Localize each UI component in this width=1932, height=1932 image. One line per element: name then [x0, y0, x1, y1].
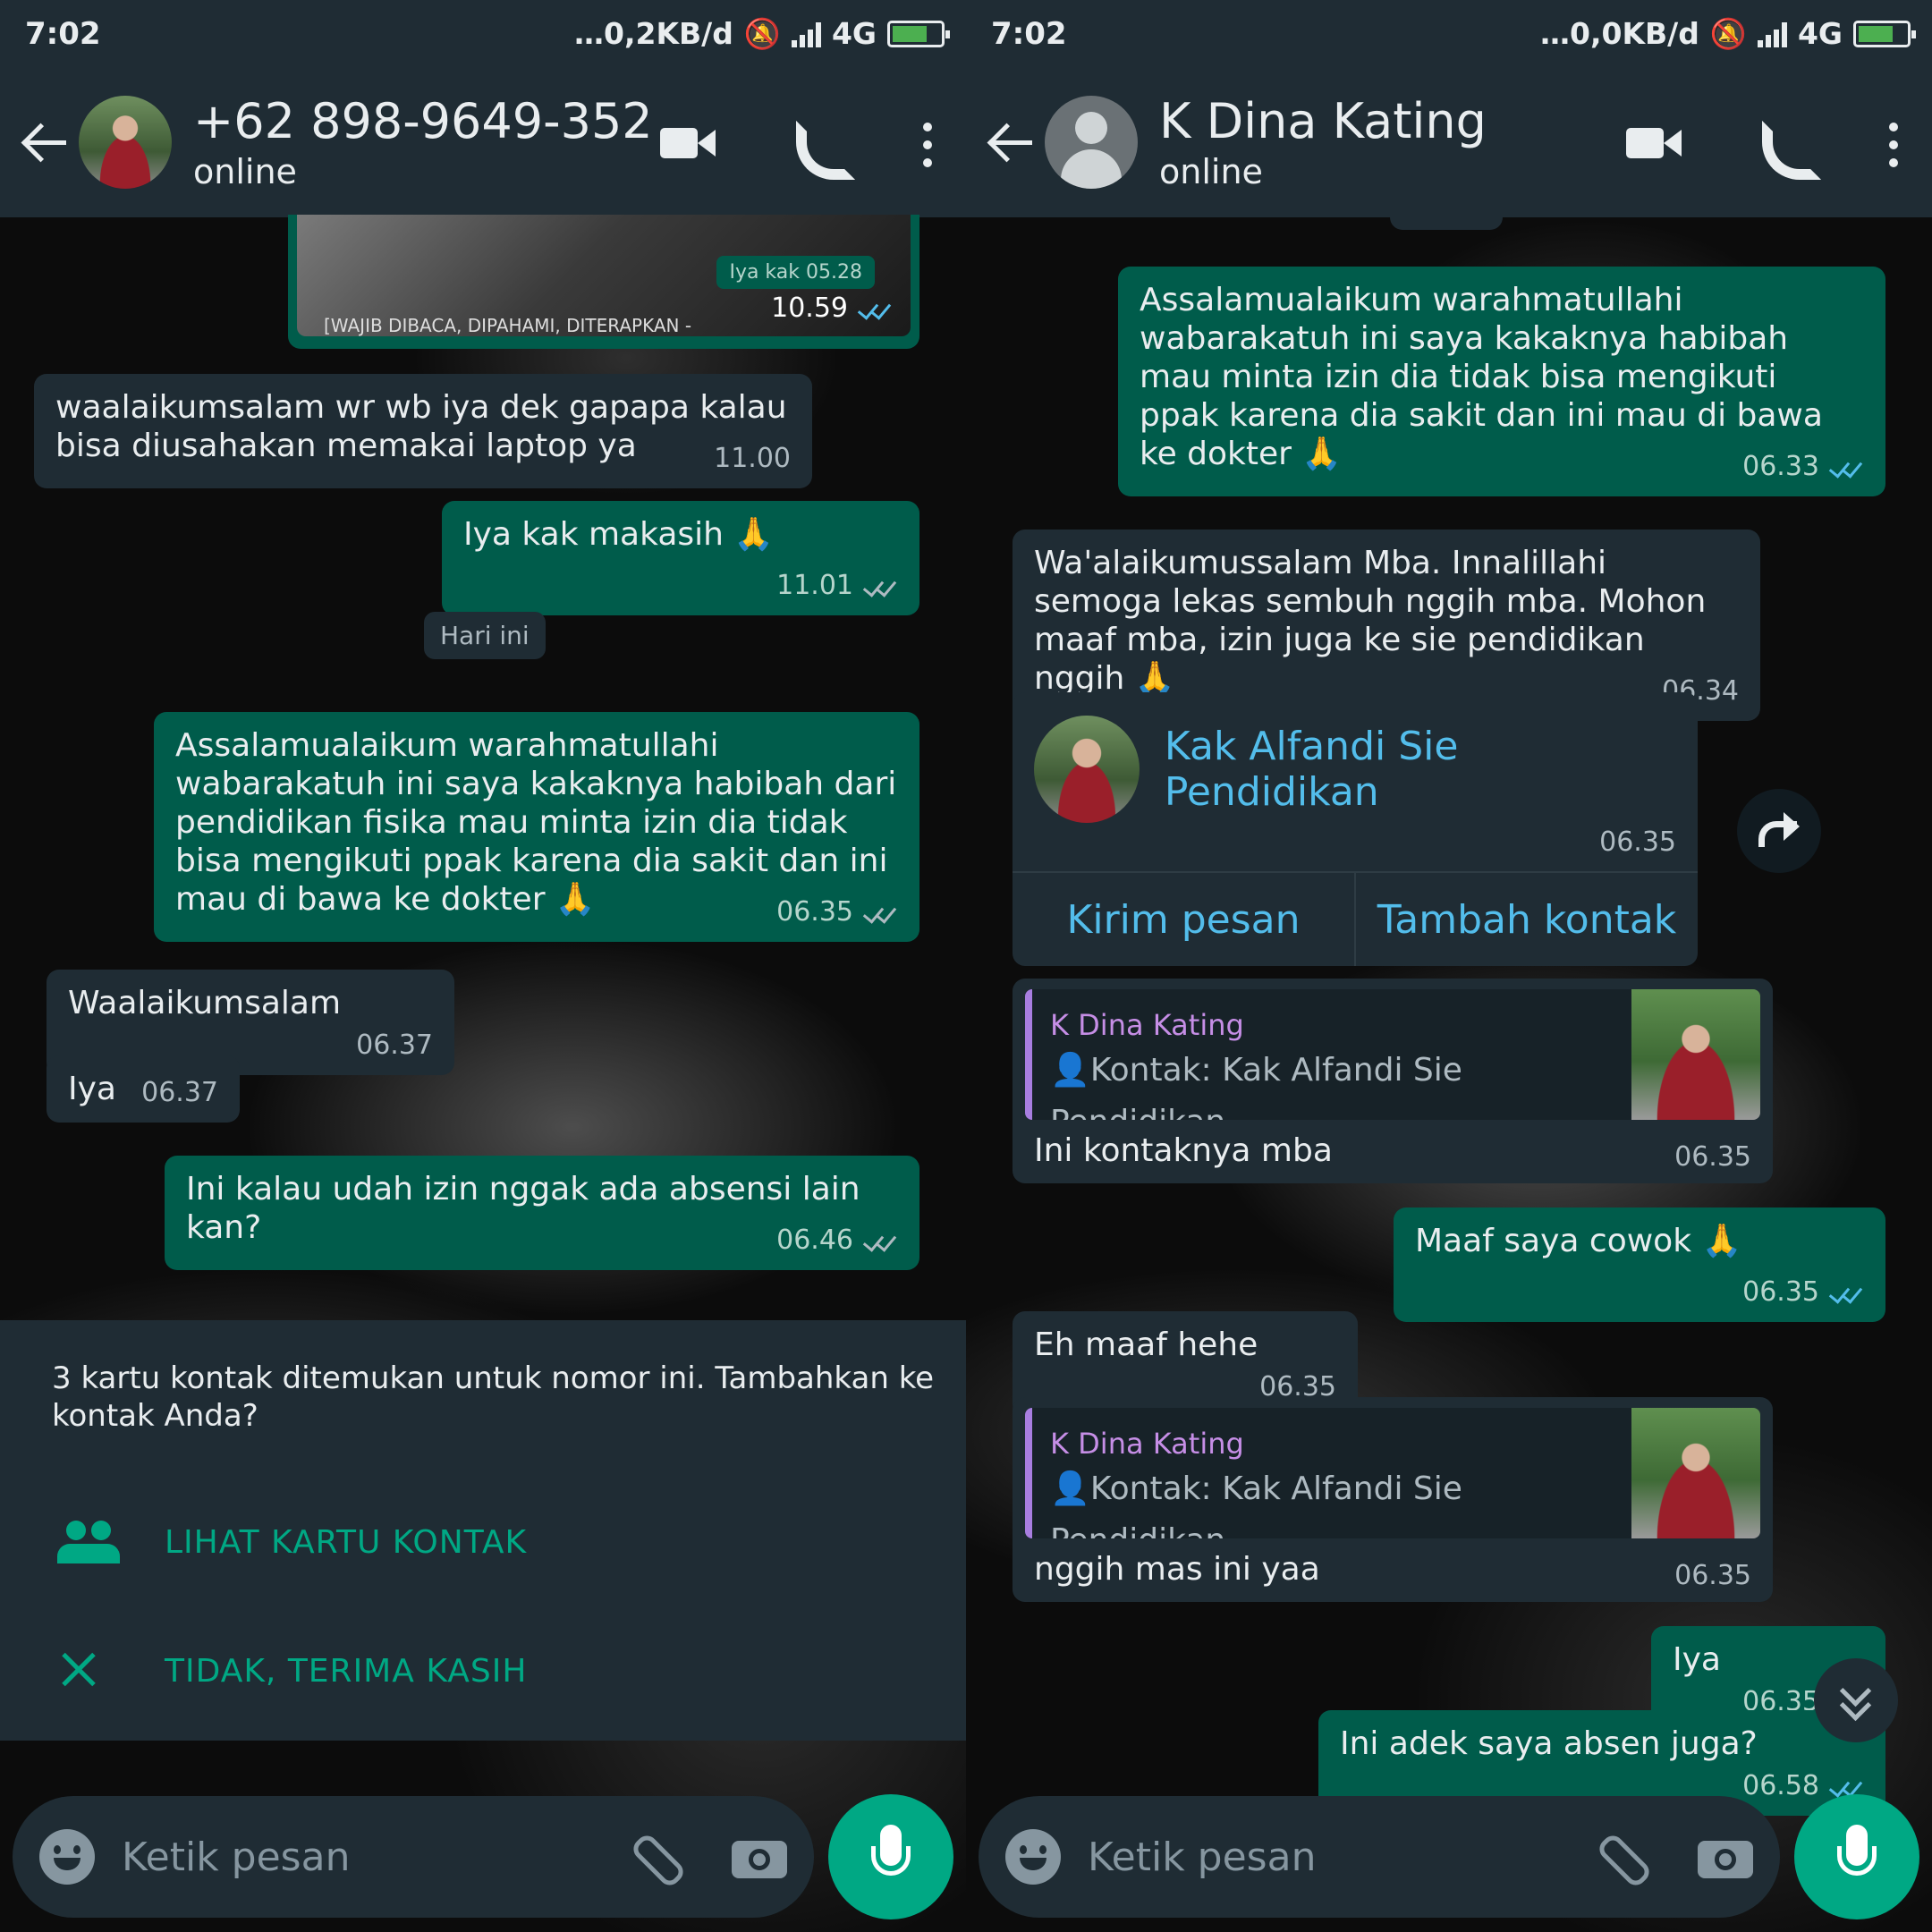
double-tick-icon [1828, 458, 1864, 478]
message-input-bar: Ketik pesan [13, 1796, 814, 1918]
quoted-sender: K Dina Kating [1050, 1427, 1244, 1461]
scroll-down-icon[interactable] [1814, 1658, 1898, 1742]
date-chip: Hari ini [424, 612, 546, 659]
contact-card-message[interactable]: Kak Alfandi Sie Pendidikan 06.35 Kirim p… [1013, 692, 1698, 966]
contact-card-name: Kak Alfandi Sie Pendidikan [1164, 724, 1459, 815]
voice-call-icon[interactable] [785, 110, 850, 174]
quoted-message[interactable]: K Dina Kating 👤Kontak: Kak Alfandi Sie P… [1025, 1408, 1760, 1538]
status-time: 7:02 [991, 15, 1067, 52]
back-arrow-icon[interactable] [16, 102, 79, 182]
back-arrow-icon[interactable] [982, 102, 1045, 182]
quoted-content: 👤Kontak: Kak Alfandi Sie Pendidikan [1050, 1052, 1462, 1120]
dismiss-button[interactable]: TIDAK, TERIMA KASIH [54, 1644, 527, 1698]
contact-avatar[interactable] [79, 96, 172, 189]
image-message[interactable]: Iya kak 05.28 [WAJIB DIBACA, DIPAHAMI, D… [288, 215, 919, 349]
message-time: 06.35 [1599, 826, 1676, 858]
prompt-text: 3 kartu kontak ditemukan untuk nomor ini… [52, 1360, 935, 1434]
camera-icon[interactable] [732, 1834, 787, 1880]
chat-status: online [193, 152, 297, 191]
message-outgoing[interactable]: Ini kalau udah izin nggak ada absensi la… [165, 1156, 919, 1270]
signal-icon [791, 21, 821, 47]
image-caption: [WAJIB DIBACA, DIPAHAMI, DITERAPKAN - [324, 315, 692, 336]
chat-panel-left: 7:02 …0,2KB/d 🔕 4G +62 898-9649-352 onli… [0, 0, 966, 1932]
double-tick-icon [857, 300, 893, 319]
chat-header: K Dina Kating online [966, 67, 1932, 217]
message-time: 10.59 [771, 292, 893, 324]
video-call-icon[interactable] [657, 110, 721, 174]
data-rate: …0,0KB/d [1539, 16, 1699, 51]
double-tick-icon [862, 1232, 898, 1251]
message-outgoing[interactable]: Iya kak makasih 🙏 11.01 [442, 501, 919, 615]
message-incoming[interactable]: waalaikumsalam wr wb iya dek gapapa kala… [34, 374, 812, 488]
send-message-button[interactable]: Kirim pesan [1013, 873, 1354, 966]
person-icon: 👤 [1050, 1470, 1090, 1507]
network-type: 4G [1797, 16, 1843, 51]
quoted-content: 👤Kontak: Kak Alfandi Sie Pendidikan [1050, 1470, 1462, 1538]
chat-status: online [1159, 152, 1263, 191]
more-options-icon[interactable] [1880, 110, 1907, 174]
attach-icon[interactable] [1594, 1830, 1648, 1884]
image-inner-text: Iya kak 05.28 [716, 256, 875, 289]
message-input-bar: Ketik pesan [979, 1796, 1780, 1918]
mic-icon[interactable] [1794, 1794, 1919, 1919]
battery-icon [1853, 20, 1916, 47]
quoted-thumbnail [1631, 1408, 1760, 1538]
message-outgoing[interactable]: Assalamualaikum warahmatullahi wabarakat… [1118, 267, 1885, 496]
people-icon [54, 1515, 120, 1569]
chat-title: K Dina Kating [1159, 93, 1487, 149]
view-contact-cards-button[interactable]: LIHAT KARTU KONTAK [54, 1515, 527, 1569]
reply-message[interactable]: K Dina Kating 👤Kontak: Kak Alfandi Sie P… [1013, 979, 1773, 1183]
data-rate: …0,2KB/d [573, 16, 733, 51]
double-tick-icon [862, 903, 898, 923]
status-time: 7:02 [25, 15, 101, 52]
message-outgoing[interactable]: Maaf saya cowok 🙏 06.35 [1394, 1208, 1885, 1322]
status-bar: 7:02 …0,2KB/d 🔕 4G [0, 0, 966, 67]
forward-icon[interactable] [1737, 789, 1821, 873]
add-contact-button[interactable]: Tambah kontak [1354, 873, 1698, 966]
signal-icon [1757, 21, 1787, 47]
message-outgoing[interactable]: Assalamualaikum warahmatullahi wabarakat… [154, 712, 919, 942]
chat-title-block[interactable]: K Dina Kating online [1159, 92, 1623, 192]
double-tick-icon [1828, 1284, 1864, 1303]
mute-icon: 🔕 [743, 15, 781, 51]
voice-call-icon[interactable] [1751, 110, 1816, 174]
previous-message-edge [1390, 217, 1503, 230]
more-options-icon[interactable] [914, 110, 941, 174]
chat-title: +62 898-9649-352 [193, 93, 653, 149]
close-icon [54, 1644, 116, 1698]
message-input[interactable]: Ketik pesan [122, 1835, 628, 1880]
image-thumbnail: Iya kak 05.28 [WAJIB DIBACA, DIPAHAMI, D… [297, 215, 911, 336]
person-icon: 👤 [1050, 1052, 1090, 1089]
contact-avatar[interactable] [1045, 96, 1138, 189]
quoted-message[interactable]: K Dina Kating 👤Kontak: Kak Alfandi Sie P… [1025, 989, 1760, 1120]
emoji-icon[interactable] [1005, 1829, 1061, 1885]
add-contact-prompt: 3 kartu kontak ditemukan untuk nomor ini… [0, 1320, 966, 1741]
status-bar: 7:02 …0,0KB/d 🔕 4G [966, 0, 1932, 67]
contact-card-avatar [1034, 716, 1140, 823]
network-type: 4G [831, 16, 877, 51]
mic-icon[interactable] [828, 1794, 953, 1919]
chat-panel-right: 7:02 …0,0KB/d 🔕 4G K Dina Kating online … [966, 0, 1932, 1932]
camera-icon[interactable] [1698, 1834, 1753, 1880]
chat-header: +62 898-9649-352 online [0, 67, 966, 217]
battery-icon [887, 20, 950, 47]
double-tick-icon [862, 577, 898, 597]
mute-icon: 🔕 [1709, 15, 1747, 51]
attach-icon[interactable] [628, 1830, 682, 1884]
message-input[interactable]: Ketik pesan [1088, 1835, 1594, 1880]
quoted-sender: K Dina Kating [1050, 1008, 1244, 1042]
quoted-thumbnail [1631, 989, 1760, 1120]
reply-message[interactable]: K Dina Kating 👤Kontak: Kak Alfandi Sie P… [1013, 1397, 1773, 1602]
chat-title-block[interactable]: +62 898-9649-352 online [193, 92, 657, 192]
message-incoming[interactable]: Iya 06.37 [47, 1055, 240, 1123]
emoji-icon[interactable] [39, 1829, 95, 1885]
video-call-icon[interactable] [1623, 110, 1687, 174]
